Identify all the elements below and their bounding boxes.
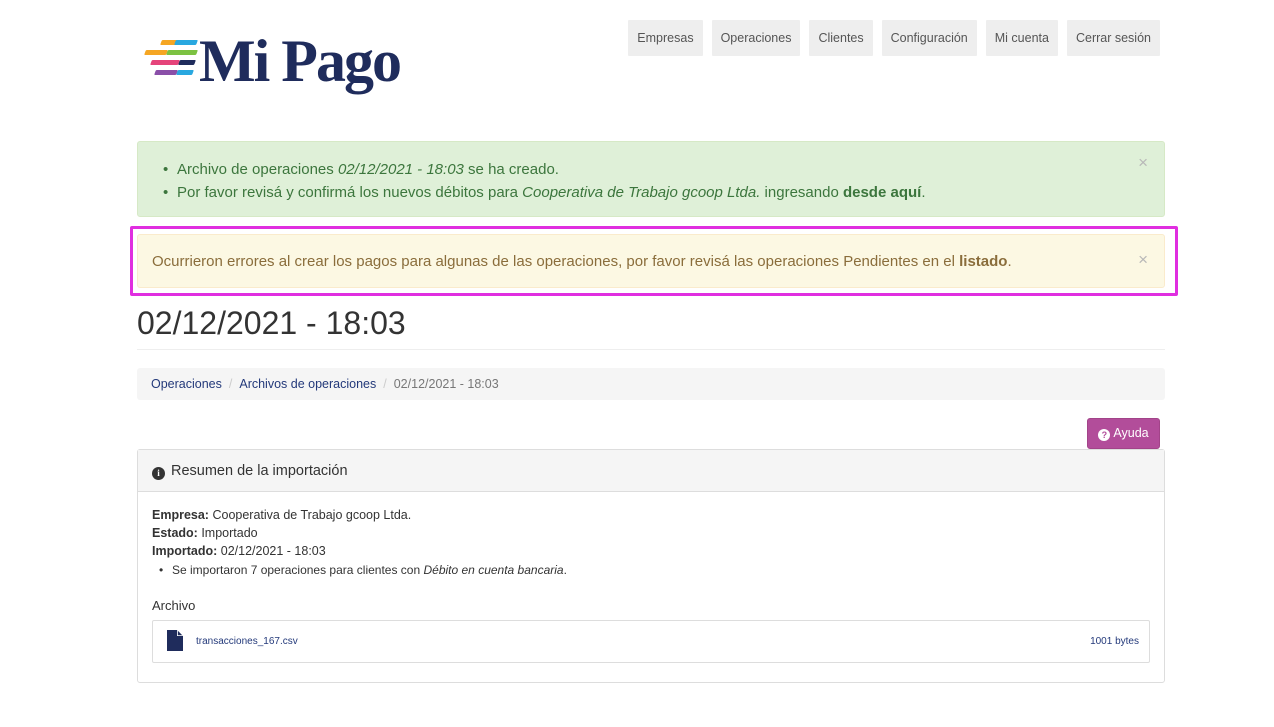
success-alert: Archivo de operaciones 02/12/2021 - 18:0… <box>137 141 1165 217</box>
breadcrumb-current: 02/12/2021 - 18:03 <box>393 377 499 391</box>
logo-stripe <box>176 70 194 75</box>
panel-heading: i Resumen de la importación <box>138 450 1164 492</box>
file-size: 1001 bytes <box>1090 636 1139 647</box>
breadcrumb-archivos[interactable]: Archivos de operaciones <box>239 368 376 400</box>
desde-aqui-link[interactable]: desde aquí <box>843 184 921 201</box>
alert-file-date: 02/12/2021 - 18:03 <box>337 161 464 178</box>
panel-body: Empresa: Cooperativa de Trabajo gcoop Lt… <box>138 492 1164 663</box>
archivo-label: Archivo <box>152 598 196 613</box>
import-bullet: Se importaron 7 operaciones para cliente… <box>152 560 1150 580</box>
nav-configuracion[interactable]: Configuración <box>881 20 977 56</box>
ayuda-button[interactable]: ? Ayuda <box>1087 418 1160 449</box>
logo-stripe <box>144 50 168 55</box>
breadcrumb-operaciones[interactable]: Operaciones <box>151 368 222 400</box>
bullet-text: . <box>563 563 567 577</box>
warning-text: Ocurrieron errores al crear los pagos pa… <box>152 253 960 270</box>
nav-empresas[interactable]: Empresas <box>628 20 703 56</box>
alert-text: . <box>921 184 926 201</box>
importado-label: Importado: <box>152 544 218 558</box>
logo-stripe <box>154 70 178 75</box>
mipago-logo[interactable]: Mi Pago <box>141 28 411 100</box>
logo-stripe <box>174 40 198 45</box>
empresa-row: Empresa: Cooperativa de Trabajo gcoop Lt… <box>152 506 1150 524</box>
alert-text: Archivo de operaciones <box>177 161 338 178</box>
file-icon <box>167 630 183 651</box>
estado-value: Importado <box>201 526 258 540</box>
logo-stripes-icon <box>141 38 205 82</box>
title-divider <box>137 349 1165 350</box>
importado-value: 02/12/2021 - 18:03 <box>220 544 326 558</box>
close-icon[interactable]: × <box>1138 251 1148 268</box>
estado-label: Estado: <box>152 526 198 540</box>
alert-text: Por favor revisá y confirmá los nuevos d… <box>177 184 523 201</box>
success-alert-list: Archivo de operaciones 02/12/2021 - 18:0… <box>163 158 1140 204</box>
breadcrumb-separator: / <box>383 377 387 391</box>
import-summary-panel: i Resumen de la importación Empresa: Coop… <box>137 449 1165 683</box>
empresa-value: Cooperativa de Trabajo gcoop Ltda. <box>212 508 412 522</box>
file-row[interactable]: transacciones_167.csv 1001 bytes <box>152 620 1150 663</box>
nav-clientes[interactable]: Clientes <box>809 20 873 56</box>
alert-text: ingresando <box>760 184 843 201</box>
close-icon[interactable]: × <box>1138 154 1148 171</box>
panel-title: Resumen de la importación <box>171 463 348 479</box>
logo-text: Mi Pago <box>199 28 402 94</box>
ayuda-label: Ayuda <box>1113 426 1149 440</box>
warning-text: . <box>1007 253 1012 270</box>
warning-alert: Ocurrieron errores al crear los pagos pa… <box>137 234 1165 288</box>
nav-cerrar-sesion[interactable]: Cerrar sesión <box>1066 20 1160 56</box>
logo-stripe <box>150 60 180 65</box>
payment-method: Débito en cuenta bancaria <box>423 563 564 577</box>
importado-row: Importado: 02/12/2021 - 18:03 <box>152 542 1150 560</box>
logo-stripe <box>178 60 196 65</box>
success-alert-line: Archivo de operaciones 02/12/2021 - 18:0… <box>163 158 1140 181</box>
nav-mi-cuenta[interactable]: Mi cuenta <box>985 20 1058 56</box>
estado-row: Estado: Importado <box>152 524 1150 542</box>
empresa-label: Empresa: <box>152 508 209 522</box>
logo-stripe <box>166 50 198 55</box>
info-circle-icon: i <box>152 467 165 480</box>
bullet-text: Se importaron 7 operaciones para cliente… <box>172 563 424 577</box>
alert-company: Cooperativa de Trabajo gcoop Ltda. <box>522 184 761 201</box>
success-alert-line: Por favor revisá y confirmá los nuevos d… <box>163 181 1140 204</box>
nav-operaciones[interactable]: Operaciones <box>711 20 801 56</box>
file-name-link[interactable]: transacciones_167.csv <box>196 621 298 662</box>
alert-text: se ha creado. <box>463 161 559 178</box>
question-circle-icon: ? <box>1098 429 1111 441</box>
page-title: 02/12/2021 - 18:03 <box>137 305 406 341</box>
top-navigation: Empresas Operaciones Clientes Configurac… <box>628 20 1160 56</box>
listado-link[interactable]: listado <box>959 253 1007 270</box>
breadcrumb-separator: / <box>228 377 233 391</box>
breadcrumb: Operaciones / Archivos de operaciones / … <box>137 368 1165 400</box>
